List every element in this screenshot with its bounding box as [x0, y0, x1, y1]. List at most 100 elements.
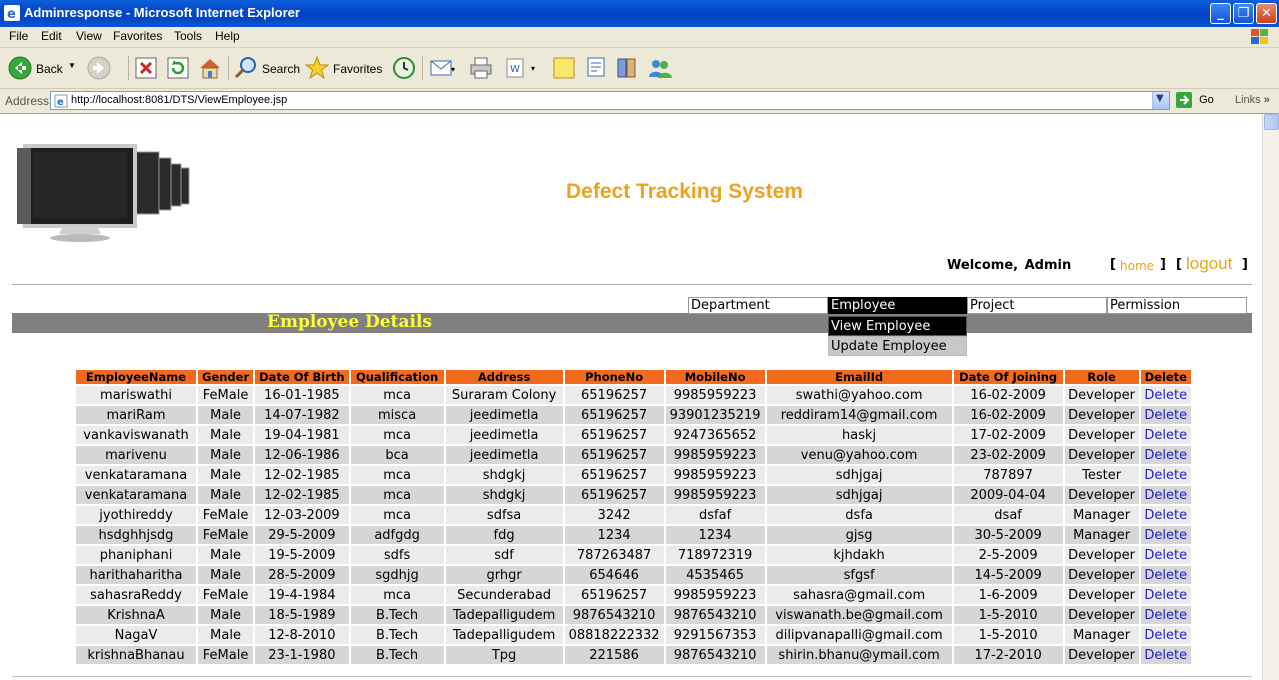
table-cell: shdgkj [445, 466, 563, 484]
table-cell: 9985959223 [665, 386, 765, 404]
delete-link[interactable]: Delete [1140, 586, 1191, 604]
table-cell: Manager [1064, 626, 1139, 644]
search-button[interactable]: Search [234, 54, 300, 82]
table-cell: 2-5-2009 [953, 546, 1063, 564]
delete-link[interactable]: Delete [1140, 486, 1191, 504]
table-row: NagaV Male 12-8-2010 B.Tech Tadepalligudem 08… [76, 626, 1191, 644]
table-cell: 93901235219 [665, 406, 765, 424]
home-link[interactable]: home [1120, 259, 1154, 273]
table-cell: 12-02-1985 [255, 486, 349, 504]
table-cell: Tadepalligudem [445, 626, 563, 644]
go-button[interactable]: Go [1176, 92, 1214, 108]
edit-icon[interactable]: W ▾ [505, 56, 535, 80]
table-cell: Developer [1064, 386, 1139, 404]
search-icon [234, 57, 256, 79]
table-cell: jeedimetla [445, 446, 563, 464]
messenger-icon[interactable] [584, 56, 608, 80]
col-phone: PhoneNo [564, 370, 664, 384]
delete-link[interactable]: Delete [1140, 426, 1191, 444]
print-icon[interactable] [469, 56, 493, 80]
table-row: vankaviswanath Male 19-04-1981 mca jeedimetl… [76, 426, 1191, 444]
table-cell: dsaf [953, 506, 1063, 524]
submenu-view-employee[interactable]: View Employee [828, 316, 967, 336]
table-cell: 718972319 [665, 546, 765, 564]
site-title: Defect Tracking System [566, 180, 803, 203]
table-cell: FeMale [198, 526, 254, 544]
table-cell: B.Tech [350, 646, 444, 664]
table-row: venkataramana Male 12-02-1985 mca shdgkj 6519… [76, 466, 1191, 484]
table-cell: Developer [1064, 646, 1139, 664]
svg-text:▾: ▾ [531, 64, 535, 73]
table-row: mariswathi FeMale 16-01-1985 mca Suraram Col… [76, 386, 1191, 404]
delete-link[interactable]: Delete [1140, 606, 1191, 624]
nav-department[interactable]: Department [688, 297, 828, 314]
menu-file[interactable]: File [9, 29, 28, 43]
table-cell: Manager [1064, 526, 1139, 544]
back-arrow-icon [8, 56, 32, 80]
table-cell: 787263487 [564, 546, 664, 564]
back-button[interactable]: Back ▼ [8, 54, 78, 82]
table-header-row: EmployeeName Gender Date Of Birth Qualif… [76, 370, 1191, 384]
history-icon[interactable] [392, 56, 416, 80]
minimize-button[interactable]: _ [1210, 3, 1231, 24]
delete-link[interactable]: Delete [1140, 406, 1191, 424]
research-icon[interactable] [615, 56, 639, 80]
table-cell: 1-5-2010 [953, 606, 1063, 624]
submenu-update-employee[interactable]: Update Employee [828, 336, 967, 356]
table-cell: sahasra@gmail.com [766, 586, 952, 604]
table-cell: KrishnaA [76, 606, 196, 624]
table-cell: sfgsf [766, 566, 952, 584]
nav-permission[interactable]: Permission [1107, 297, 1247, 314]
favorites-button[interactable]: Favorites [305, 54, 383, 82]
address-bar: Address e http://localhost:8081/DTS/View… [0, 89, 1279, 114]
maximize-button[interactable]: ❐ [1233, 3, 1254, 24]
menu-edit[interactable]: Edit [41, 29, 62, 43]
menu-help[interactable]: Help [215, 29, 240, 43]
svg-text:e: e [7, 7, 16, 21]
refresh-icon[interactable] [167, 57, 189, 79]
vertical-scrollbar[interactable] [1262, 114, 1279, 680]
col-mobile: MobileNo [665, 370, 765, 384]
table-cell: 9876543210 [665, 606, 765, 624]
table-cell: 23-1-1980 [255, 646, 349, 664]
delete-link[interactable]: Delete [1140, 386, 1191, 404]
stop-icon[interactable] [135, 57, 157, 79]
note-icon[interactable] [553, 57, 575, 79]
table-cell: mca [350, 386, 444, 404]
scroll-up-arrow-icon[interactable] [1264, 114, 1279, 130]
delete-link[interactable]: Delete [1140, 546, 1191, 564]
close-button[interactable]: ✕ [1256, 3, 1277, 24]
delete-link[interactable]: Delete [1140, 446, 1191, 464]
table-cell: sgdhjg [350, 566, 444, 584]
delete-link[interactable]: Delete [1140, 466, 1191, 484]
forward-arrow-icon[interactable] [87, 56, 111, 80]
back-dropdown-icon[interactable]: ▼ [68, 61, 76, 70]
table-cell: mca [350, 426, 444, 444]
delete-link[interactable]: Delete [1140, 646, 1191, 664]
delete-link[interactable]: Delete [1140, 526, 1191, 544]
table-cell: 221586 [564, 646, 664, 664]
menu-tools[interactable]: Tools [174, 29, 202, 43]
address-dropdown-icon[interactable]: ▼ [1152, 92, 1169, 109]
mail-icon[interactable]: ▾ [430, 56, 456, 80]
table-cell: 9985959223 [665, 486, 765, 504]
footer-divider [12, 676, 1252, 677]
links-toolbar[interactable]: Links » [1235, 94, 1270, 106]
menu-bar: File Edit View Favorites Tools Help [0, 27, 1279, 48]
table-cell: sdf [445, 546, 563, 564]
table-cell: 29-5-2009 [255, 526, 349, 544]
nav-employee[interactable]: Employee [828, 297, 967, 314]
people-icon[interactable] [647, 56, 673, 80]
menu-view[interactable]: View [76, 29, 102, 43]
delete-link[interactable]: Delete [1140, 566, 1191, 584]
nav-project[interactable]: Project [967, 297, 1107, 314]
table-cell: 654646 [564, 566, 664, 584]
table-cell: 1234 [665, 526, 765, 544]
delete-link[interactable]: Delete [1140, 626, 1191, 644]
delete-link[interactable]: Delete [1140, 506, 1191, 524]
home-icon[interactable] [198, 56, 222, 80]
menu-favorites[interactable]: Favorites [113, 29, 162, 43]
address-input[interactable]: e http://localhost:8081/DTS/ViewEmployee… [50, 91, 1170, 110]
logout-link[interactable]: logout [1186, 254, 1232, 274]
table-cell: FeMale [198, 506, 254, 524]
